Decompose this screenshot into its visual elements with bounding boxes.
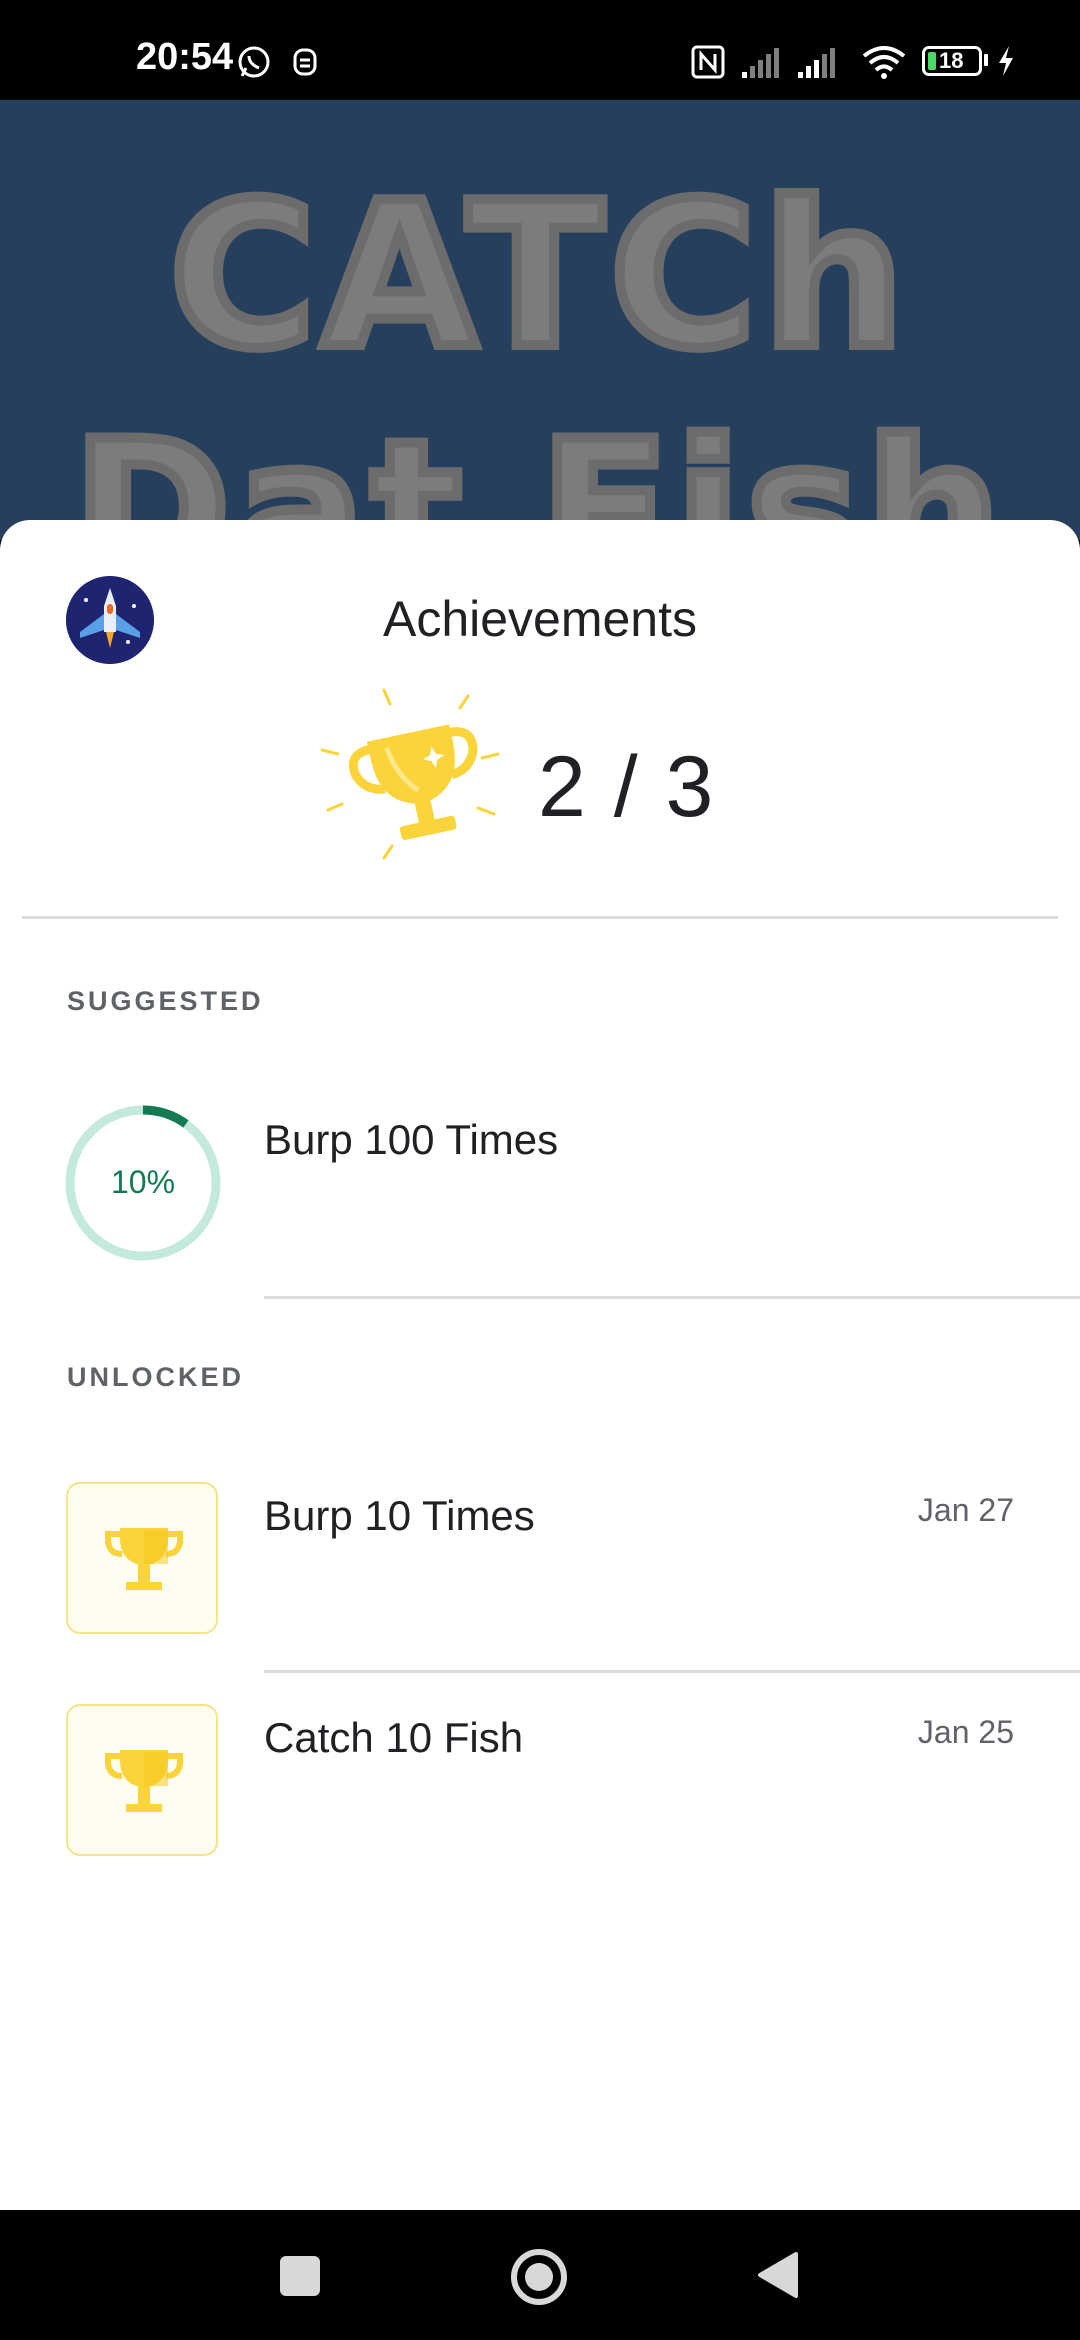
achievement-badge-burp-10	[66, 1482, 218, 1634]
trophy-small-icon	[105, 1528, 183, 1590]
navigation-bar	[0, 2210, 1080, 2340]
section-label-suggested: SUGGESTED	[67, 986, 264, 1016]
section-label-unlocked: UNLOCKED	[67, 1362, 244, 1392]
signal-icon	[742, 48, 835, 78]
charging-icon	[999, 46, 1013, 76]
achievement-title-burp-100[interactable]: Burp 100 Times	[264, 1116, 558, 1164]
progress-percent: 10%	[110, 1164, 176, 1200]
achievement-score: 2 / 3	[538, 739, 716, 835]
game-background: CATCh Dat Fish	[0, 100, 1080, 540]
status-time: 20:54	[136, 36, 234, 78]
battery-level	[928, 52, 936, 70]
battery-text: 18	[939, 48, 964, 73]
battery-icon: 18	[922, 46, 982, 76]
nfc-icon	[691, 45, 725, 79]
header-divider	[22, 916, 1058, 919]
row-divider	[264, 1296, 1080, 1299]
whatsapp-icon	[238, 46, 270, 78]
back-icon[interactable]	[756, 2250, 802, 2300]
achievement-date-burp-10: Jan 27	[917, 1492, 1014, 1528]
sheet-title: Achievements	[382, 591, 698, 647]
achievement-title-burp-10[interactable]: Burp 10 Times	[264, 1492, 535, 1540]
game-title-line2: Dat Fish	[68, 395, 1008, 540]
battery-tip	[984, 54, 988, 66]
trophy-small-icon	[105, 1750, 183, 1812]
achievement-date-catch-10-fish: Jan 25	[917, 1714, 1014, 1750]
achievement-title-catch-10-fish[interactable]: Catch 10 Fish	[264, 1714, 523, 1762]
recent-apps-icon[interactable]	[278, 2254, 322, 2298]
game-title-line1: CATCh	[164, 155, 911, 398]
row-divider	[264, 1670, 1080, 1673]
status-bar: 20:54 18	[0, 0, 1080, 100]
trophy-icon	[320, 688, 500, 860]
notification-icon	[293, 48, 317, 76]
achievement-badge-catch-10-fish	[66, 1704, 218, 1856]
achievements-sheet: Achievements 2 / 3 SUGGESTED 10% Burp 10…	[0, 520, 1080, 2210]
wifi-icon	[862, 46, 906, 79]
home-icon[interactable]	[510, 2248, 568, 2306]
